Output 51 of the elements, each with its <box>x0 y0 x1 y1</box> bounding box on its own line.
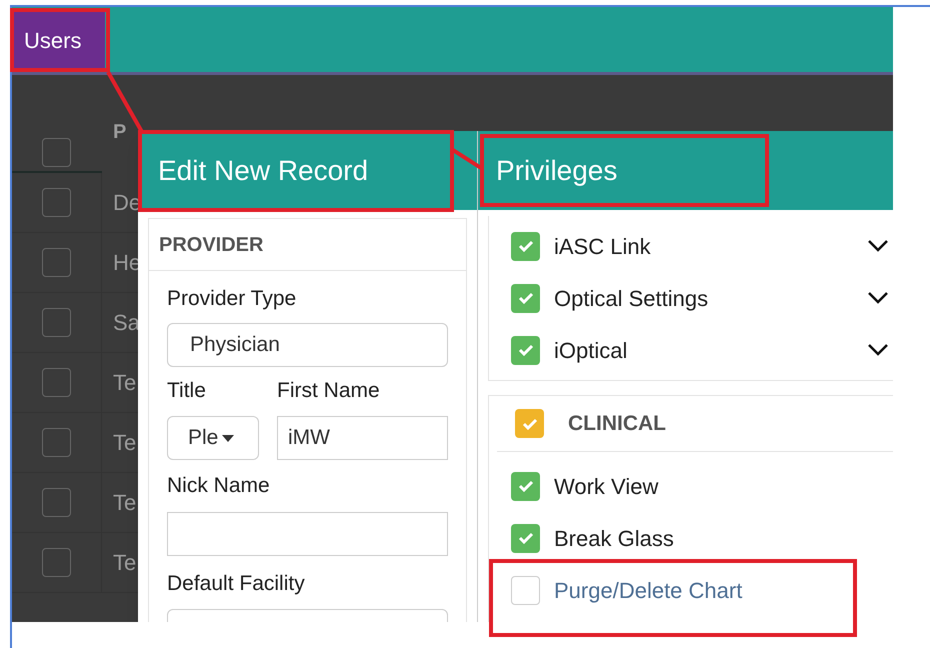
chevron-icon[interactable] <box>867 343 889 357</box>
checkbox[interactable] <box>42 368 71 397</box>
checkmark-icon <box>518 292 534 304</box>
panel-title: Edit New Record <box>158 154 368 188</box>
checkbox[interactable] <box>42 188 71 217</box>
privilege-label: Break Glass <box>554 524 674 552</box>
field-label: First Name <box>277 378 381 404</box>
table-cell-text: Te <box>113 549 136 577</box>
table-cell-text: Sa <box>113 309 140 337</box>
field-label: Default Facility <box>167 570 306 596</box>
checkbox[interactable] <box>42 548 71 577</box>
checkbox[interactable] <box>42 428 71 457</box>
checkbox[interactable] <box>511 336 540 364</box>
table-cell-text: Te <box>113 429 136 457</box>
checkmark-icon <box>518 240 534 252</box>
privilege-label: Purge/Delete Chart <box>554 576 742 605</box>
select-field[interactable]: Ple <box>167 416 259 460</box>
checkmark-icon <box>522 418 538 430</box>
checkbox[interactable] <box>42 488 71 517</box>
checkbox[interactable] <box>511 472 540 500</box>
caret-icon <box>222 434 234 442</box>
checkbox[interactable] <box>42 248 71 277</box>
privilege-label: Optical Settings <box>554 284 710 313</box>
input-field[interactable]: iMW <box>277 416 448 460</box>
checkbox[interactable] <box>511 284 540 312</box>
field-label: Nick Name <box>167 473 271 499</box>
users-tab[interactable]: Users <box>12 10 105 70</box>
panel-title: Privileges <box>496 154 618 188</box>
checkbox[interactable] <box>42 138 71 167</box>
chevron-icon[interactable] <box>867 239 889 253</box>
column-header: P <box>113 120 126 145</box>
section-title: PROVIDER <box>159 232 264 258</box>
field-label: Provider Type <box>167 286 298 312</box>
checkbox[interactable] <box>515 409 544 438</box>
privilege-label: Work View <box>554 472 658 500</box>
checkbox[interactable] <box>42 308 71 337</box>
field-label: Title <box>167 378 207 404</box>
privilege-label: iASC Link <box>554 232 652 260</box>
privilege-label: iOptical <box>554 336 628 365</box>
checkmark-icon <box>518 344 534 356</box>
checkbox[interactable] <box>511 524 540 552</box>
chevron-icon[interactable] <box>867 291 889 305</box>
checkbox[interactable] <box>511 232 540 260</box>
section-title: CLINICAL <box>568 410 666 437</box>
input-field[interactable] <box>167 512 448 556</box>
checkmark-icon <box>518 480 534 492</box>
table-cell-text: Te <box>113 369 136 397</box>
checkmark-icon <box>518 532 534 544</box>
table-cell-text: Te <box>113 489 136 517</box>
leader-line <box>452 148 482 170</box>
select-field[interactable]: Physician <box>167 322 448 366</box>
